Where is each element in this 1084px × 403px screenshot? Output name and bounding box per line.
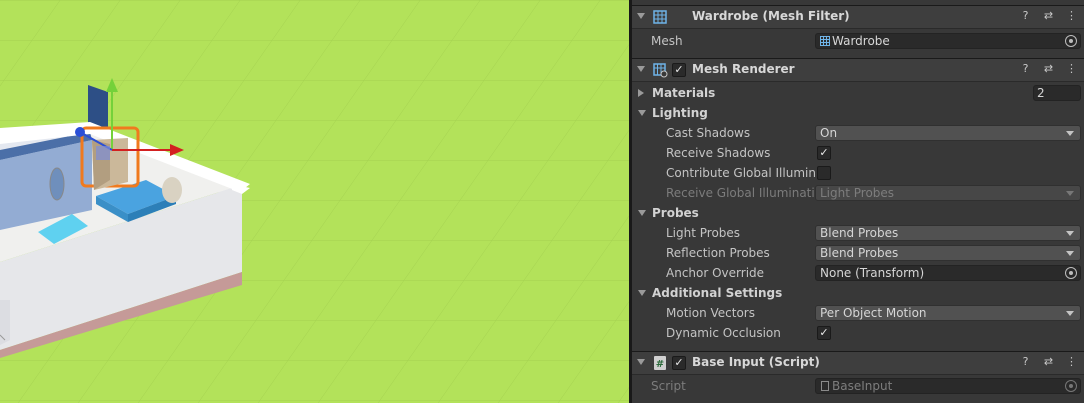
contribute-gi-checkbox[interactable] [817, 166, 831, 180]
presets-icon[interactable]: ⇄ [1042, 9, 1055, 22]
contribute-gi-row: Contribute Global Illuminat [632, 163, 1084, 183]
materials-count-field[interactable]: 2 [1033, 85, 1081, 101]
presets-icon[interactable]: ⇄ [1042, 355, 1055, 368]
anchor-override-row: Anchor Override None (Transform) [632, 263, 1084, 283]
kebab-menu-icon[interactable]: ⋮ [1065, 355, 1078, 368]
foldout-arrow-icon[interactable] [637, 66, 645, 72]
presets-icon[interactable]: ⇄ [1042, 62, 1055, 75]
receive-gi-row: Receive Global Illumination Light Probes [632, 183, 1084, 203]
cast-shadows-value: On [820, 126, 838, 140]
help-icon[interactable]: ? [1019, 9, 1032, 22]
chevron-down-icon [1066, 131, 1074, 136]
chevron-down-icon [1066, 251, 1074, 256]
materials-row[interactable]: Materials 2 [632, 83, 1084, 103]
object-picker-icon[interactable] [1065, 267, 1077, 279]
cast-shadows-dropdown[interactable]: On [815, 125, 1081, 141]
component-title: Mesh Renderer [692, 62, 795, 76]
svg-text:#: # [656, 359, 664, 370]
additional-settings-row[interactable]: Additional Settings [632, 283, 1084, 303]
mesh-value: Wardrobe [832, 34, 890, 48]
motion-vectors-row: Motion Vectors Per Object Motion [632, 303, 1084, 323]
inspector-panel: Wardrobe (Mesh Filter) ? ⇄ ⋮ Mesh Wardro… [632, 0, 1084, 403]
mesh-icon [820, 36, 830, 46]
cast-shadows-row: Cast Shadows On [632, 123, 1084, 143]
foldout-arrow-icon[interactable] [637, 359, 645, 365]
mesh-label: Mesh [651, 34, 683, 48]
receive-shadows-row: Receive Shadows ✓ [632, 143, 1084, 163]
script-value: BaseInput [832, 379, 893, 393]
anchor-override-field[interactable]: None (Transform) [815, 265, 1081, 281]
script-label: Script [651, 379, 686, 393]
mesh-field[interactable]: Wardrobe [815, 33, 1081, 49]
scene-view[interactable] [0, 0, 629, 403]
probes-label: Probes [652, 206, 699, 220]
reflection-probes-row: Reflection Probes Blend Probes [632, 243, 1084, 263]
probes-row[interactable]: Probes [632, 203, 1084, 223]
scene-viewport-graphics [0, 0, 629, 403]
gizmo-z-axis [75, 127, 85, 137]
light-probes-dropdown[interactable]: Blend Probes [815, 225, 1081, 241]
lighting-label: Lighting [652, 106, 708, 120]
help-icon[interactable]: ? [1019, 62, 1032, 75]
motion-vectors-dropdown[interactable]: Per Object Motion [815, 305, 1081, 321]
base-input-header[interactable]: # ✓ Base Input (Script) ? ⇄ ⋮ [632, 351, 1084, 375]
light-probes-label: Light Probes [666, 226, 741, 240]
foldout-arrow-icon[interactable] [637, 13, 645, 19]
mesh-renderer-icon [653, 63, 668, 78]
cast-shadows-label: Cast Shadows [666, 126, 751, 140]
receive-gi-dropdown: Light Probes [815, 185, 1081, 201]
foldout-arrow-icon[interactable] [638, 290, 646, 296]
dynamic-occlusion-row: Dynamic Occlusion ✓ [632, 323, 1084, 343]
kebab-menu-icon[interactable]: ⋮ [1065, 62, 1078, 75]
script-icon: # [654, 356, 666, 370]
component-title: Base Input (Script) [692, 355, 820, 369]
component-title: Wardrobe (Mesh Filter) [692, 9, 850, 23]
materials-label: Materials [652, 86, 716, 100]
chevron-down-icon [1066, 191, 1074, 196]
kebab-menu-icon[interactable]: ⋮ [1065, 9, 1078, 22]
object-picker-icon[interactable] [1065, 35, 1077, 47]
dynamic-occlusion-label: Dynamic Occlusion [666, 326, 781, 340]
mesh-filter-icon [653, 10, 667, 24]
object-picker-icon [1065, 380, 1077, 392]
mesh-renderer-header[interactable]: ✓ Mesh Renderer ? ⇄ ⋮ [632, 58, 1084, 82]
reflection-probes-dropdown[interactable]: Blend Probes [815, 245, 1081, 261]
light-probes-value: Blend Probes [820, 226, 899, 240]
receive-shadows-checkbox[interactable]: ✓ [817, 146, 831, 160]
dynamic-occlusion-checkbox[interactable]: ✓ [817, 326, 831, 340]
receive-shadows-label: Receive Shadows [666, 146, 771, 160]
receive-gi-value: Light Probes [820, 186, 895, 200]
anchor-override-value: None (Transform) [820, 266, 925, 280]
mirror [49, 167, 65, 201]
reflection-probes-label: Reflection Probes [666, 246, 770, 260]
foldout-arrow-icon[interactable] [638, 89, 644, 97]
motion-vectors-label: Motion Vectors [666, 306, 755, 320]
script-file-icon [821, 381, 829, 391]
reflection-probes-value: Blend Probes [820, 246, 899, 260]
lighting-row[interactable]: Lighting [632, 103, 1084, 123]
foldout-arrow-icon[interactable] [638, 210, 646, 216]
motion-vectors-value: Per Object Motion [820, 306, 927, 320]
chevron-down-icon [1066, 231, 1074, 236]
anchor-override-label: Anchor Override [666, 266, 765, 280]
mesh-row: Mesh Wardrobe [632, 31, 1084, 51]
additional-settings-label: Additional Settings [652, 286, 783, 300]
help-icon[interactable]: ? [1019, 355, 1032, 368]
script-field: BaseInput [815, 378, 1081, 394]
script-row: Script BaseInput [632, 376, 1084, 396]
base-input-enabled-checkbox[interactable]: ✓ [672, 356, 686, 370]
chevron-down-icon [1066, 311, 1074, 316]
contribute-gi-label: Contribute Global Illuminat [666, 166, 816, 180]
foldout-arrow-icon[interactable] [638, 110, 646, 116]
mesh-filter-header[interactable]: Wardrobe (Mesh Filter) ? ⇄ ⋮ [632, 5, 1084, 29]
mesh-renderer-enabled-checkbox[interactable]: ✓ [672, 63, 686, 77]
light-probes-row: Light Probes Blend Probes [632, 223, 1084, 243]
receive-gi-label: Receive Global Illumination [666, 186, 816, 200]
